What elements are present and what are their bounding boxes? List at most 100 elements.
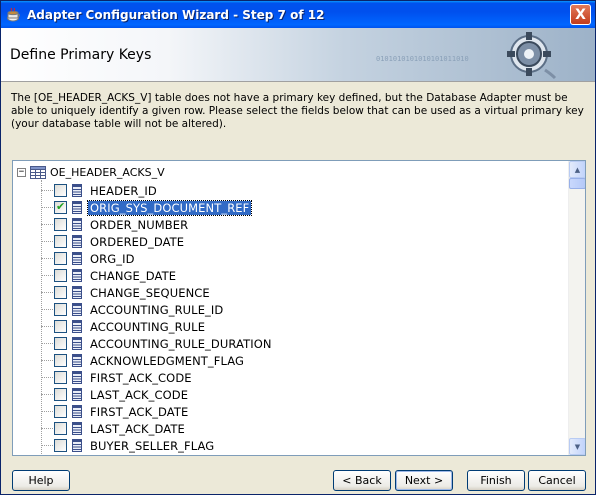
column-icon — [72, 218, 82, 231]
tree-connector-branch — [41, 190, 53, 191]
column-icon — [72, 184, 82, 197]
primary-key-checkbox[interactable] — [54, 354, 67, 367]
tree-connector-branch — [41, 377, 53, 378]
wizard-header: Define Primary Keys 01010101010101010110… — [1, 28, 595, 82]
collapse-icon[interactable]: − — [17, 167, 26, 177]
tree-connector-branch — [41, 428, 53, 429]
tree-connector-branch — [41, 343, 53, 344]
primary-key-checkbox[interactable] — [54, 422, 67, 435]
column-name-label: ACCOUNTING_RULE — [90, 319, 206, 334]
column-name-label: ORDERED_DATE — [90, 234, 185, 249]
tree-connector-branch — [41, 275, 53, 276]
primary-key-checkbox[interactable] — [54, 252, 67, 265]
primary-key-checkbox[interactable]: ✔ — [54, 200, 67, 214]
tree-column-row[interactable]: BUYER_SELLER_FLAG — [41, 437, 216, 454]
tree-column-row[interactable]: ✔ ORIG_SYS_DOCUMENT_REF — [41, 199, 253, 216]
close-icon: X — [575, 6, 586, 23]
primary-key-checkbox[interactable] — [54, 235, 67, 248]
tree-connector-branch — [41, 207, 53, 208]
window-title: Adapter Configuration Wizard - Step 7 of… — [27, 7, 325, 22]
tree-connector-branch — [41, 326, 53, 327]
primary-key-checkbox[interactable] — [54, 303, 67, 316]
primary-key-checkbox[interactable] — [54, 371, 67, 384]
tree-content: − OE_HEADER_ACKS_V HEADER_ID ✔ ORIG_SYS_DO… — [13, 161, 569, 455]
columns-tree[interactable]: − OE_HEADER_ACKS_V HEADER_ID ✔ ORIG_SYS_DO… — [12, 160, 586, 456]
primary-key-checkbox[interactable] — [54, 439, 67, 452]
instruction-text: The [OE_HEADER_ACKS_V] table does not ha… — [11, 92, 584, 130]
column-icon — [72, 422, 82, 435]
checkmark-icon: ✔ — [56, 200, 66, 213]
table-icon — [30, 165, 46, 179]
tree-column-row[interactable]: HEADER_ID — [41, 182, 159, 199]
column-icon — [72, 371, 82, 384]
primary-key-checkbox[interactable] — [54, 388, 67, 401]
column-name-label: ACKNOWLEDGMENT_FLAG — [90, 353, 245, 368]
coffee-cup-icon — [7, 7, 20, 21]
primary-key-checkbox[interactable] — [54, 269, 67, 282]
primary-key-checkbox[interactable] — [54, 184, 67, 197]
tree-column-row[interactable]: LAST_ACK_CODE — [41, 386, 190, 403]
cancel-button[interactable]: Cancel — [528, 470, 586, 491]
primary-key-checkbox[interactable] — [54, 218, 67, 231]
tree-column-row[interactable]: FIRST_ACK_DATE — [41, 403, 190, 420]
scroll-thumb[interactable] — [569, 178, 585, 189]
primary-key-checkbox[interactable] — [54, 337, 67, 350]
scroll-up-button[interactable]: ▲ — [569, 161, 585, 178]
column-name-label: ORIG_SYS_DOCUMENT_REF — [86, 199, 253, 216]
tree-connector-branch — [41, 224, 53, 225]
column-name-label: LAST_ACK_CODE — [90, 387, 189, 402]
scroll-down-button[interactable]: ▼ — [569, 438, 585, 455]
close-button[interactable]: X — [570, 4, 591, 25]
primary-key-checkbox[interactable] — [54, 286, 67, 299]
column-name-label: CHANGE_DATE — [90, 268, 177, 283]
column-icon — [72, 269, 82, 282]
help-button[interactable]: Help — [12, 470, 70, 491]
arrow-down-icon: ▼ — [574, 442, 581, 451]
column-icon — [72, 252, 82, 265]
tree-column-row[interactable]: CHANGE_SEQUENCE — [41, 284, 212, 301]
tree-connector-branch — [41, 445, 53, 446]
back-button[interactable]: < Back — [333, 470, 391, 491]
column-name-label: FIRST_ACK_CODE — [90, 370, 192, 385]
tree-connector-branch — [41, 394, 53, 395]
column-name-label: ORDER_NUMBER — [90, 217, 189, 232]
column-icon — [72, 337, 82, 350]
primary-key-checkbox[interactable] — [54, 405, 67, 418]
tree-connector-branch — [41, 360, 53, 361]
column-icon — [72, 303, 82, 316]
column-name-label: BUYER_SELLER_FLAG — [90, 438, 215, 453]
column-name-label: LAST_ACK_DATE — [90, 421, 185, 436]
tree-root[interactable]: − OE_HEADER_ACKS_V — [17, 164, 165, 180]
tree-column-row[interactable]: ORG_ID — [41, 250, 137, 267]
column-icon — [72, 405, 82, 418]
tree-column-row[interactable]: LAST_ACK_DATE — [41, 420, 187, 437]
tree-column-row[interactable]: CHANGE_DATE — [41, 267, 178, 284]
tree-connector-branch — [41, 411, 53, 412]
tree-column-row[interactable]: ORDERED_DATE — [41, 233, 186, 250]
tree-column-row[interactable]: ACCOUNTING_RULE — [41, 318, 207, 335]
column-name-label: CHANGE_SEQUENCE — [90, 285, 210, 300]
tree-connector-branch — [41, 292, 53, 293]
column-icon — [72, 320, 82, 333]
arrow-up-icon: ▲ — [574, 165, 581, 174]
gear-icon — [507, 32, 557, 80]
binary-text-1: 0101010101010101011010 — [376, 55, 469, 63]
tree-column-row[interactable]: ORDER_NUMBER — [41, 216, 190, 233]
next-button[interactable]: Next > — [395, 470, 453, 491]
tree-column-row[interactable]: ACKNOWLEDGMENT_FLAG — [41, 352, 246, 369]
binary-decoration: 0101010101010101011010 — [376, 55, 469, 63]
tree-column-row[interactable]: ACCOUNTING_RULE_ID — [41, 301, 225, 318]
column-icon — [72, 354, 82, 367]
tree-connector-branch — [41, 258, 53, 259]
page-title: Define Primary Keys — [10, 47, 152, 63]
wizard-window: Adapter Configuration Wizard - Step 7 of… — [0, 0, 596, 495]
primary-key-checkbox[interactable] — [54, 320, 67, 333]
tree-root-label: OE_HEADER_ACKS_V — [50, 165, 165, 179]
tree-column-row[interactable]: FIRST_ACK_CODE — [41, 369, 194, 386]
finish-button[interactable]: Finish — [467, 470, 525, 491]
column-icon — [72, 439, 82, 452]
vertical-scrollbar[interactable]: ▲ ▼ — [568, 161, 585, 455]
title-bar[interactable]: Adapter Configuration Wizard - Step 7 of… — [1, 1, 595, 28]
tree-connector-branch — [41, 309, 53, 310]
tree-column-row[interactable]: ACCOUNTING_RULE_DURATION — [41, 335, 274, 352]
